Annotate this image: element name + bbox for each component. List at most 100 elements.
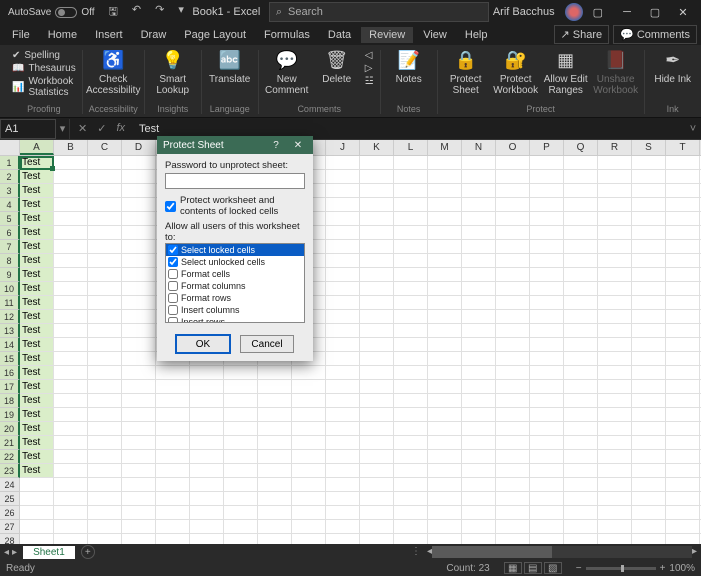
cell[interactable] <box>122 254 156 267</box>
row-header[interactable]: 1 <box>0 156 20 170</box>
cell[interactable] <box>496 450 530 463</box>
cell[interactable] <box>258 534 292 544</box>
cell[interactable] <box>88 450 122 463</box>
cell[interactable] <box>632 212 666 225</box>
next-comment-button[interactable]: ▷ <box>365 63 374 74</box>
cell[interactable] <box>360 394 394 407</box>
cell[interactable] <box>394 338 428 351</box>
cell[interactable] <box>394 450 428 463</box>
cell[interactable]: Test <box>20 198 54 211</box>
cell[interactable] <box>122 198 156 211</box>
add-sheet-button[interactable]: + <box>81 545 95 559</box>
cell[interactable] <box>462 492 496 505</box>
cell[interactable] <box>394 198 428 211</box>
cell[interactable] <box>360 436 394 449</box>
cell[interactable] <box>258 450 292 463</box>
cell[interactable] <box>292 422 326 435</box>
cell[interactable] <box>496 310 530 323</box>
row-header[interactable]: 6 <box>0 226 20 240</box>
cell[interactable] <box>224 422 258 435</box>
permission-checkbox[interactable] <box>168 317 178 323</box>
cell[interactable] <box>326 212 360 225</box>
cell[interactable] <box>190 450 224 463</box>
cell[interactable] <box>666 268 700 281</box>
cell[interactable] <box>666 310 700 323</box>
row-header[interactable]: 3 <box>0 184 20 198</box>
cell[interactable] <box>156 408 190 421</box>
cell[interactable] <box>496 282 530 295</box>
cell[interactable] <box>598 366 632 379</box>
cell[interactable] <box>496 520 530 533</box>
menu-data[interactable]: Data <box>320 27 359 43</box>
cell[interactable]: Test <box>20 310 54 323</box>
menu-help[interactable]: Help <box>457 27 496 43</box>
cell[interactable] <box>632 296 666 309</box>
cell[interactable] <box>326 184 360 197</box>
cell[interactable] <box>88 268 122 281</box>
cell[interactable] <box>224 436 258 449</box>
cell[interactable] <box>122 520 156 533</box>
cell[interactable] <box>54 282 88 295</box>
row-header[interactable]: 28 <box>0 534 20 544</box>
column-header[interactable]: S <box>632 140 666 155</box>
cell[interactable] <box>122 338 156 351</box>
cell[interactable] <box>530 352 564 365</box>
column-header[interactable]: K <box>360 140 394 155</box>
cell[interactable] <box>54 184 88 197</box>
cell[interactable] <box>326 156 360 169</box>
cell[interactable]: Test <box>20 324 54 337</box>
cell[interactable] <box>462 450 496 463</box>
cell[interactable] <box>632 310 666 323</box>
cell[interactable] <box>496 212 530 225</box>
cell[interactable] <box>462 310 496 323</box>
cell[interactable] <box>224 394 258 407</box>
cell[interactable] <box>326 226 360 239</box>
cell[interactable] <box>394 324 428 337</box>
cell[interactable] <box>428 254 462 267</box>
cell[interactable] <box>326 478 360 491</box>
cell[interactable]: Test <box>20 254 54 267</box>
cell[interactable] <box>666 520 700 533</box>
spreadsheet-grid[interactable]: ABCDEFGHIJKLMNOPQRST 1234567891011121314… <box>0 140 701 544</box>
cell[interactable] <box>326 170 360 183</box>
row-header[interactable]: 26 <box>0 506 20 520</box>
cell[interactable] <box>666 184 700 197</box>
hide-ink-button[interactable]: ✒Hide Ink <box>651 50 695 85</box>
menu-home[interactable]: Home <box>40 27 85 43</box>
cell[interactable] <box>326 380 360 393</box>
cell[interactable] <box>598 534 632 544</box>
cell[interactable] <box>632 170 666 183</box>
cell[interactable] <box>326 352 360 365</box>
cell[interactable] <box>156 436 190 449</box>
column-header[interactable]: M <box>428 140 462 155</box>
cell[interactable] <box>564 450 598 463</box>
cell[interactable] <box>156 450 190 463</box>
cell[interactable]: Test <box>20 450 54 463</box>
cell[interactable] <box>54 492 88 505</box>
fx-icon[interactable]: fx <box>116 122 125 135</box>
cell[interactable] <box>326 534 360 544</box>
cell[interactable] <box>666 324 700 337</box>
cell[interactable] <box>564 212 598 225</box>
cell[interactable] <box>666 212 700 225</box>
cell[interactable] <box>564 184 598 197</box>
allow-edit-ranges-button[interactable]: ▦Allow Edit Ranges <box>544 50 588 96</box>
cell[interactable] <box>88 422 122 435</box>
cell[interactable]: Test <box>20 170 54 183</box>
column-header[interactable]: D <box>122 140 156 155</box>
cell[interactable] <box>122 282 156 295</box>
cell[interactable] <box>88 436 122 449</box>
cell[interactable] <box>326 422 360 435</box>
comments-button[interactable]: 💬Comments <box>613 25 697 44</box>
cell[interactable] <box>496 254 530 267</box>
cell[interactable] <box>428 478 462 491</box>
permission-item[interactable]: Insert columns <box>166 304 304 316</box>
cell[interactable]: Test <box>20 366 54 379</box>
cell[interactable] <box>360 310 394 323</box>
cell[interactable] <box>258 478 292 491</box>
cell[interactable] <box>122 408 156 421</box>
cell[interactable] <box>292 534 326 544</box>
row-header[interactable]: 11 <box>0 296 20 310</box>
cell[interactable]: Test <box>20 268 54 281</box>
cell[interactable] <box>326 310 360 323</box>
